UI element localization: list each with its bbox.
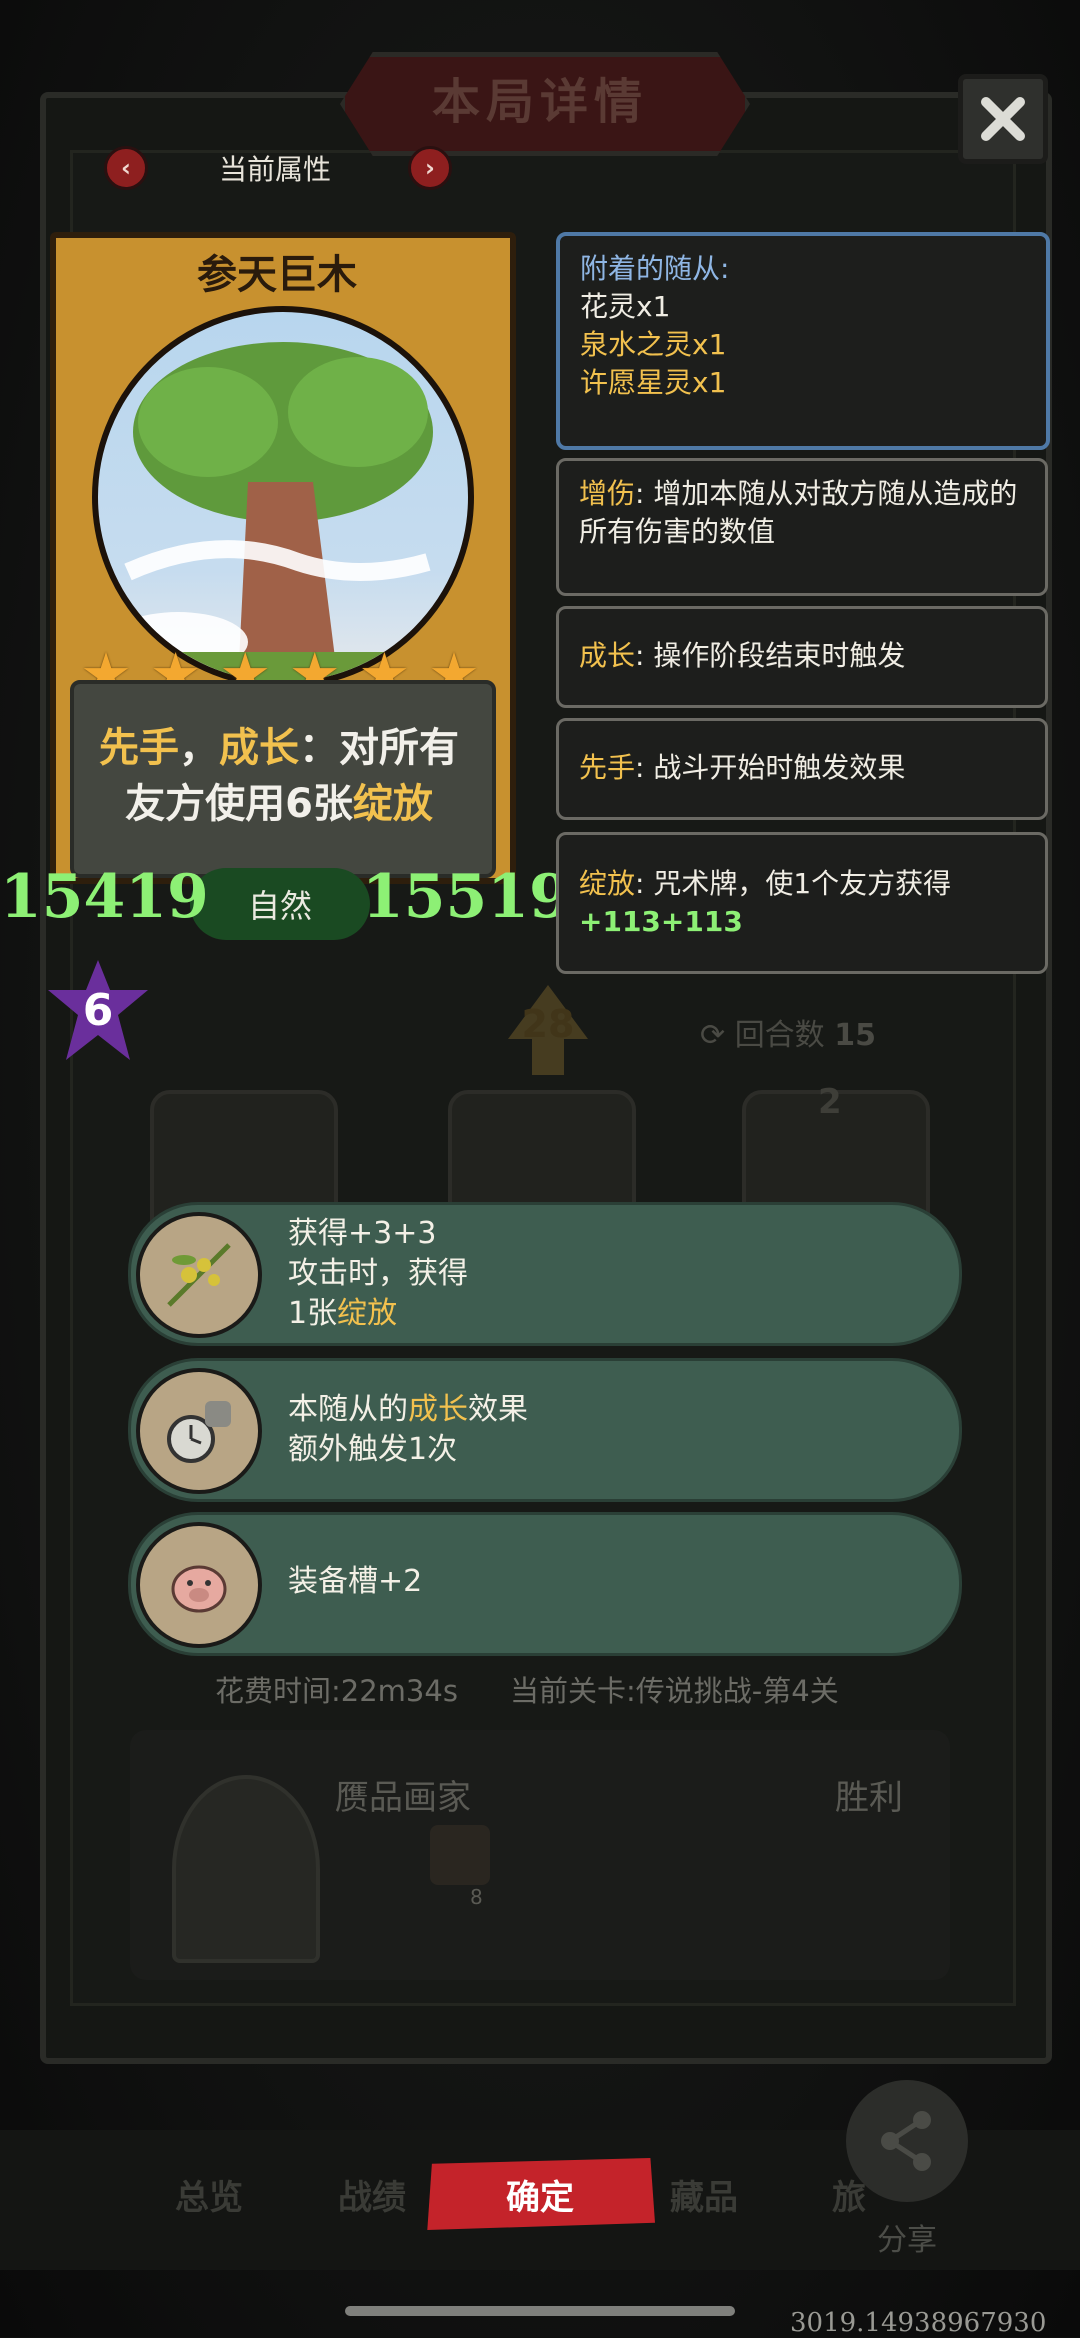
chevron-left-icon: ‹ — [121, 154, 131, 182]
share-button[interactable] — [846, 2080, 968, 2202]
attached-minions-panel: 附着的随从: 花灵x1 泉水之灵x1 许愿星灵x1 — [556, 232, 1050, 450]
prev-attr-button[interactable]: ‹ — [104, 146, 148, 190]
opponent-avatar — [172, 1775, 320, 1963]
pocket-watch-icon — [136, 1368, 262, 1494]
close-icon — [981, 97, 1025, 141]
attr-view-label: 当前属性 — [218, 153, 331, 186]
time-spent: 花费时间:22m34s — [215, 1674, 458, 1708]
reward-text: 本随从的成长效果 额外触发1次 — [288, 1392, 528, 1467]
card-description: 先手，成长：对所有 友方使用6张绽放 — [99, 725, 459, 827]
center-stat-number: 28 — [521, 1002, 575, 1046]
next-attr-button[interactable]: › — [408, 146, 452, 190]
attached-item: 花灵x1 — [580, 290, 671, 323]
tree-portrait — [92, 306, 474, 688]
build-version: 3019.14938967930 — [790, 2308, 1047, 2338]
attached-item: 许愿星灵x1 — [580, 366, 727, 399]
home-indicator[interactable] — [345, 2306, 735, 2316]
keyword-panel-growth: 成长: 操作阶段结束时触发 — [556, 606, 1048, 708]
attached-title: 附着的随从: — [580, 252, 730, 285]
tab-battle[interactable]: 战绩 — [338, 2170, 406, 2219]
herb-icon — [136, 1212, 262, 1338]
keyword-panel-bloom: 绽放: 咒术牌，使1个友方获得 +113+113 — [556, 832, 1048, 974]
slot-badge: 2 — [818, 1082, 842, 1122]
attack-value: 15419 — [0, 862, 209, 932]
keyword-panel-damage: 增伤: 增加本随从对敌方随从造成的所有伤害的数值 — [556, 458, 1048, 596]
item-house-icon — [430, 1825, 490, 1885]
current-stage: 当前关卡:传说挑战-第4关 — [510, 1674, 839, 1708]
keyword-panel-first: 先手: 战斗开始时触发效果 — [556, 718, 1048, 820]
item-count: 8 — [470, 1885, 483, 1909]
confirm-button[interactable]: 确定 — [427, 2158, 655, 2230]
reward-text: 装备槽+2 — [288, 1564, 423, 1599]
opponent-name: 赝品画家 — [335, 1778, 471, 1818]
health-value: 15519 — [362, 862, 571, 932]
match-result: 胜利 — [835, 1778, 903, 1818]
share-label: 分享 — [877, 2223, 937, 2258]
chevron-right-icon: › — [425, 154, 435, 182]
round-counter: ⟳ 回合数 15 — [700, 1018, 876, 1053]
type-badge: 自然 — [190, 868, 370, 940]
level-value: 6 — [82, 985, 114, 1036]
close-button[interactable] — [958, 74, 1048, 164]
tab-overview[interactable]: 总览 — [175, 2170, 243, 2219]
reward-text: 获得+3+3 攻击时，获得 1张绽放 — [288, 1216, 468, 1331]
card-name: 参天巨木 — [197, 252, 357, 298]
page-title: 本局详情 — [431, 74, 648, 130]
pig-icon — [136, 1522, 262, 1648]
attached-item: 泉水之灵x1 — [580, 328, 727, 361]
refresh-icon: ⟳ — [700, 1018, 726, 1053]
tree-illustration — [98, 342, 468, 682]
tab-collection[interactable]: 藏品 — [670, 2170, 738, 2219]
share-icon — [881, 2111, 931, 2171]
